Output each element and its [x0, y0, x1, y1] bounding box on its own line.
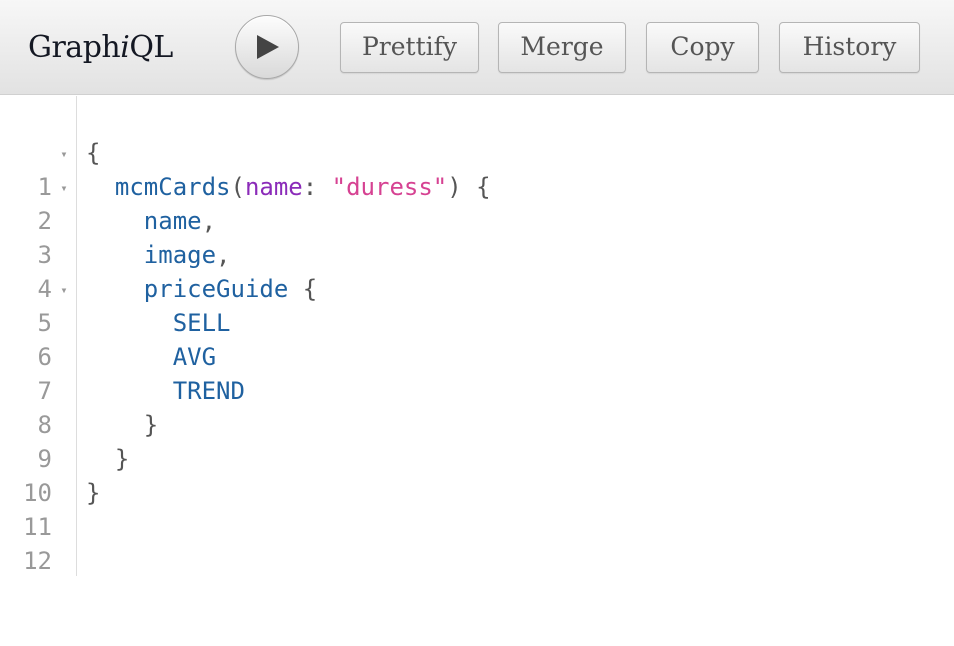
toolbar: GraphiQL Prettify Merge Copy History: [0, 0, 954, 95]
brace-token: }: [143, 411, 159, 439]
argument-token: name: [244, 173, 303, 201]
code-line-6[interactable]: 6 SELL: [0, 306, 954, 371]
execute-query-button[interactable]: [235, 15, 299, 79]
brace-token: {: [86, 139, 101, 167]
paren-token: ): [447, 173, 462, 201]
brace-token: }: [86, 479, 101, 507]
field-token: mcmCards: [114, 173, 231, 201]
comma-token: ,: [216, 241, 231, 269]
code-line-2[interactable]: 2 ▾ mcmCards(name: "duress") {: [0, 170, 954, 235]
code-line-8[interactable]: 8 TREND: [0, 374, 954, 439]
code-line-1[interactable]: 1 ▾ {: [0, 136, 954, 201]
fold-arrow-icon[interactable]: ▾: [58, 170, 70, 206]
brace-token: {: [461, 173, 491, 201]
merge-button[interactable]: Merge: [498, 22, 626, 73]
code-line-5[interactable]: 5 ▾ priceGuide {: [0, 272, 954, 337]
history-button[interactable]: History: [779, 22, 920, 73]
fold-arrow-icon[interactable]: ▾: [58, 272, 70, 308]
code-line-10[interactable]: 10 }: [0, 442, 954, 507]
brace-token: {: [288, 275, 318, 303]
app-title-italic: i: [120, 30, 130, 65]
field-token: image: [143, 241, 217, 269]
comma-token: ,: [201, 207, 217, 235]
code-line-9[interactable]: 9 }: [0, 408, 954, 473]
fold-arrow-icon[interactable]: ▾: [58, 136, 70, 172]
app-title-prefix: Graph: [28, 30, 121, 65]
code-line-11[interactable]: 11 }: [0, 476, 954, 541]
play-icon: [257, 35, 279, 59]
colon-token: :: [302, 173, 332, 201]
field-token: AVG: [172, 343, 217, 371]
paren-token: (: [230, 173, 245, 201]
code-line-3[interactable]: 3 name,: [0, 204, 954, 269]
code-line-12[interactable]: 12: [0, 510, 954, 575]
prettify-button[interactable]: Prettify: [340, 22, 479, 73]
field-token: TREND: [172, 377, 245, 405]
code-line-7[interactable]: 7 AVG: [0, 340, 954, 405]
field-token: priceGuide: [143, 275, 289, 303]
brace-token: }: [114, 445, 130, 473]
query-editor[interactable]: 1 ▾ { 2 ▾ mcmCards(name: "duress") { 3 n…: [0, 96, 954, 576]
field-token: name: [143, 207, 202, 235]
app-title-suffix: QL: [129, 30, 173, 65]
code-line-4[interactable]: 4 image,: [0, 238, 954, 303]
app-title: GraphiQL: [28, 28, 173, 68]
code-lines[interactable]: 1 ▾ { 2 ▾ mcmCards(name: "duress") { 3 n…: [0, 136, 954, 575]
string-token: "duress": [331, 173, 448, 201]
line-number: 12: [23, 547, 52, 575]
copy-button[interactable]: Copy: [646, 22, 759, 73]
field-token: SELL: [172, 309, 231, 337]
